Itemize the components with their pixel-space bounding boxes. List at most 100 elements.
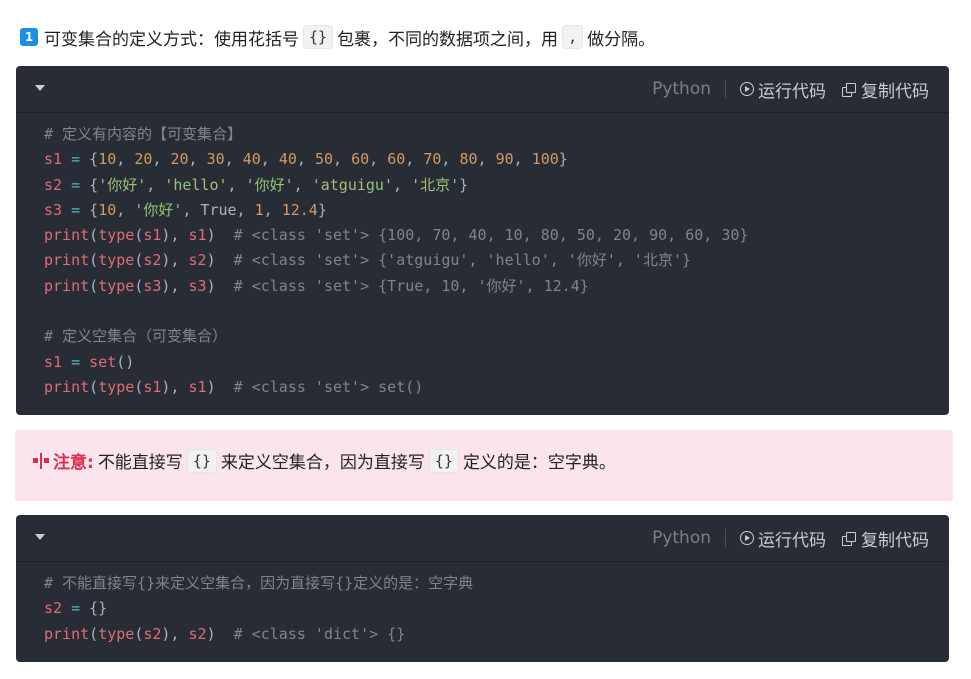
code-token: s2 xyxy=(188,251,207,270)
code-token: ) xyxy=(206,276,234,295)
note-inline-code-2: {} xyxy=(428,448,459,473)
code-token: 60 xyxy=(387,150,406,169)
code-token: 10 xyxy=(98,150,117,169)
code-line: # 定义有内容的【可变集合】 xyxy=(44,122,949,147)
code-token: 20 xyxy=(134,150,153,169)
code-token: s3 xyxy=(143,276,162,295)
code-token: 10 xyxy=(98,200,117,219)
code-token: s2 xyxy=(44,175,63,194)
code-token: = xyxy=(62,352,90,371)
code-block-1: Python 运行代码 复制代码 # 定义有内容的【可变集合】 s1 = {10,… xyxy=(16,66,949,415)
code-token: # <class 'set'> {'atguigu', 'hello', '你好… xyxy=(233,251,692,270)
toolbar-divider xyxy=(725,80,726,98)
code-line: print(type(s3), s3) # <class 'set'> {Tru… xyxy=(44,274,949,299)
code-token: s2 xyxy=(143,251,162,270)
code-token: , xyxy=(513,150,532,169)
collapse-caret-icon[interactable] xyxy=(35,85,45,91)
code-line: s2 = {} xyxy=(44,596,949,621)
code-token: ( xyxy=(134,377,144,396)
code-token: ( xyxy=(134,251,144,270)
code-token: type xyxy=(98,377,135,396)
number-badge: 1 xyxy=(20,28,38,46)
run-code-button[interactable]: 运行代码 xyxy=(740,77,826,102)
code-token: 12.4 xyxy=(281,200,318,219)
code-token: ( xyxy=(89,624,99,643)
code-token: 50 xyxy=(314,150,333,169)
code-token: , xyxy=(369,150,388,169)
copy-icon xyxy=(842,82,856,97)
code-token: } xyxy=(558,150,568,169)
code-token: , xyxy=(224,150,243,169)
note-text-middle: 来定义空集合，因为直接写 xyxy=(220,453,425,473)
inline-code-braces: {} xyxy=(303,25,334,49)
code-token: , xyxy=(477,150,496,169)
collapse-caret-icon[interactable] xyxy=(35,534,45,540)
code-token: , xyxy=(441,150,460,169)
code-token: } xyxy=(459,175,469,194)
code-line: print(type(s2), s2) # <class 'set'> {'at… xyxy=(44,248,949,273)
code-token: # 定义有内容的【可变集合】 xyxy=(44,125,243,143)
code-token: ), xyxy=(161,624,189,643)
note-text-after: 定义的是：空字典。 xyxy=(462,453,616,473)
code-token: s1 xyxy=(143,377,162,396)
code-token: , xyxy=(146,175,165,194)
code-token: , xyxy=(393,175,412,194)
code-token: } xyxy=(317,200,327,219)
code-token: , xyxy=(188,150,207,169)
code-token: s1 xyxy=(44,150,63,169)
play-circle-icon xyxy=(740,82,754,96)
code-token: ) xyxy=(206,226,234,245)
code-token: 70 xyxy=(423,150,442,169)
note-content: 注意: 不能直接写 {} 来定义空集合，因为直接写 {} 定义的是：空字典。 xyxy=(33,448,616,473)
code-line: print(type(s1), s1) # <class 'set'> {100… xyxy=(44,223,949,248)
run-code-label: 运行代码 xyxy=(758,530,826,551)
code-content: # 不能直接写{}来定义空集合，因为直接写{}定义的是：空字典 s2 = {} pr… xyxy=(16,562,949,647)
code-token: , xyxy=(296,150,315,169)
code-token: # <class 'set'> {100, 70, 40, 10, 80, 50… xyxy=(233,226,749,245)
code-token: type xyxy=(98,251,135,270)
code-token: , True, xyxy=(182,200,255,219)
code-line: # 不能直接写{}来定义空集合，因为直接写{}定义的是：空字典 xyxy=(44,571,949,596)
code-token: 80 xyxy=(459,150,478,169)
code-token: () xyxy=(116,352,135,371)
copy-code-button[interactable]: 复制代码 xyxy=(842,526,929,551)
code-token: { xyxy=(89,200,99,219)
run-code-button[interactable]: 运行代码 xyxy=(740,526,826,551)
code-token: , xyxy=(116,200,135,219)
code-token: ), xyxy=(161,251,189,270)
code-line: s1 = set() xyxy=(44,350,949,375)
code-token: ( xyxy=(134,276,144,295)
copy-code-button[interactable]: 复制代码 xyxy=(842,77,929,102)
code-token: s2 xyxy=(44,599,63,618)
code-line: s3 = {10, '你好', True, 1, 12.4} xyxy=(44,198,949,223)
code-content: # 定义有内容的【可变集合】 s1 = {10, 20, 20, 30, 40, … xyxy=(16,113,949,400)
code-token: s1 xyxy=(188,226,207,245)
code-token: ), xyxy=(161,377,189,396)
code-token: ( xyxy=(89,276,99,295)
code-token: # <class 'set'> {True, 10, '你好', 12.4} xyxy=(233,276,589,295)
code-token: ), xyxy=(161,226,189,245)
code-token: , xyxy=(227,175,246,194)
code-token: print xyxy=(44,276,90,295)
code-token: '你好' xyxy=(134,200,183,219)
code-token: type xyxy=(98,226,135,245)
language-label: Python xyxy=(652,528,711,548)
code-token: , xyxy=(333,150,352,169)
run-code-label: 运行代码 xyxy=(758,81,826,102)
warning-note: 注意: 不能直接写 {} 来定义空集合，因为直接写 {} 定义的是：空字典。 xyxy=(15,430,953,501)
code-token: , xyxy=(152,150,171,169)
copy-code-label: 复制代码 xyxy=(861,81,929,102)
code-block-2: Python 运行代码 复制代码 # 不能直接写{}来定义空集合，因为直接写{}… xyxy=(16,515,949,662)
code-token: '你好' xyxy=(98,175,147,194)
code-token: = xyxy=(62,200,90,219)
play-circle-icon xyxy=(740,531,754,545)
code-line: print(type(s2), s2) # <class 'dict'> {} xyxy=(44,622,949,647)
code-token: ( xyxy=(89,226,99,245)
code-token: 40 xyxy=(278,150,297,169)
heading-text-after: 做分隔。 xyxy=(587,29,656,50)
code-token: { xyxy=(89,150,99,169)
code-token: print xyxy=(44,251,90,270)
code-token: ( xyxy=(89,377,99,396)
code-token: , xyxy=(405,150,424,169)
